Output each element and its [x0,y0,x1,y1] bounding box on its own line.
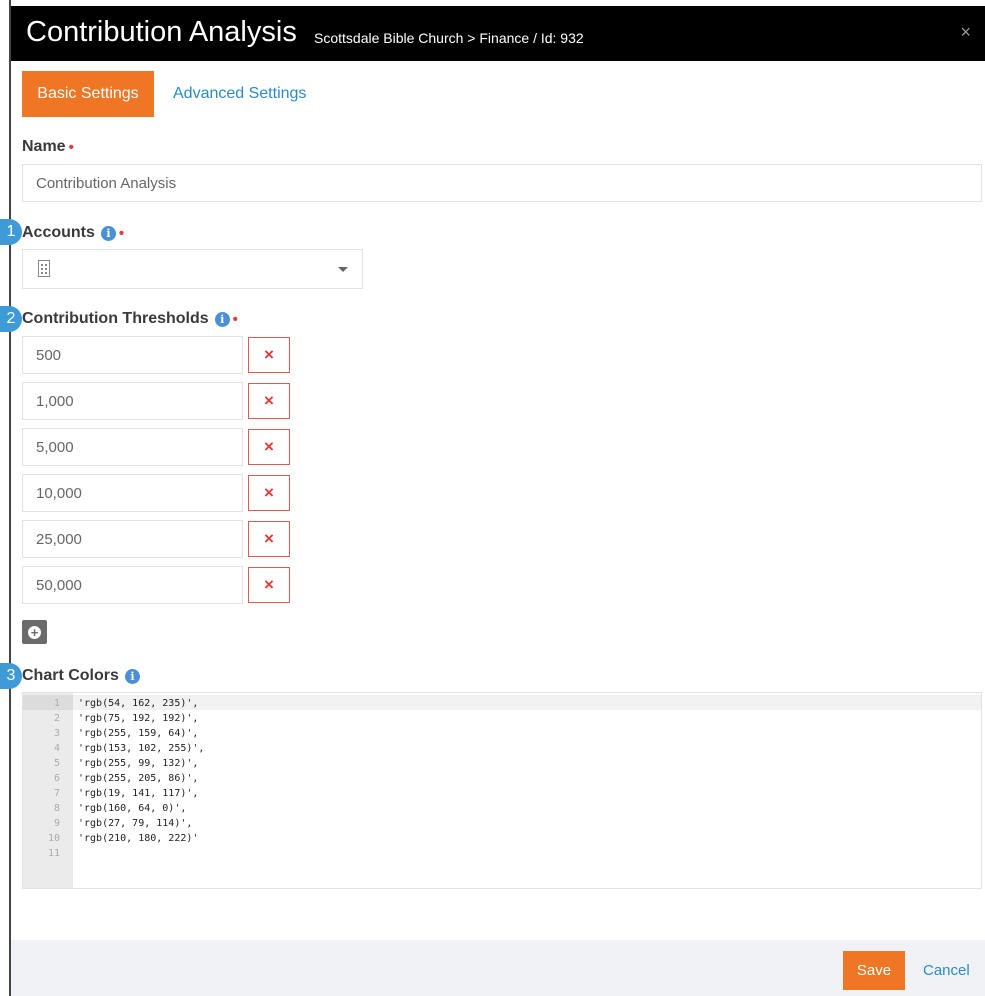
modal-title: Contribution Analysis [26,16,297,48]
info-icon[interactable]: i [124,668,140,684]
threshold-input[interactable]: 50,000 [22,566,243,604]
info-icon[interactable]: i [214,311,230,327]
threshold-value: 50,000 [36,576,82,594]
name-input-value: Contribution Analysis [36,174,177,192]
remove-icon: × [264,575,274,594]
thresholds-label: Contribution Thresholds i • [22,310,238,328]
threshold-input[interactable]: 5,000 [22,428,243,466]
tab-basic-settings[interactable]: Basic Settings [22,71,154,117]
chevron-down-icon[interactable] [338,267,348,272]
required-marker: • [232,310,238,328]
code-lines: 1'rgb(54, 162, 235)', 2'rgb(75, 192, 192… [23,696,981,861]
code-line: 4'rgb(153, 102, 255)', [53,743,205,754]
chart-colors-label: Chart Colors i [22,667,140,685]
threshold-value: 10,000 [36,484,82,502]
remove-icon: × [264,391,274,410]
tab-advanced-settings[interactable]: Advanced Settings [173,85,306,103]
code-line: 9'rgb(27, 79, 114)', [53,818,193,829]
threshold-input[interactable]: 25,000 [22,520,243,558]
add-threshold-button[interactable]: + [22,620,47,644]
threshold-input[interactable]: 500 [22,336,243,374]
name-label-text: Name [22,138,66,155]
remove-threshold-button[interactable]: × [248,429,290,465]
code-line: 5'rgb(255, 99, 132)', [53,758,199,769]
accounts-label: Accounts i • [22,224,124,242]
threshold-value: 25,000 [36,530,82,548]
info-icon[interactable]: i [100,225,116,241]
accounts-label-text: Accounts [22,224,95,241]
modal-subtitle: Scottsdale Bible Church > Finance / Id: … [314,30,584,46]
add-circle-icon: + [28,625,41,639]
building-icon [38,260,50,277]
remove-icon: × [264,437,274,456]
required-marker: • [118,224,125,242]
required-marker: • [68,138,74,156]
remove-threshold-button[interactable]: × [248,567,290,603]
thresholds-label-text: Contribution Thresholds [22,310,209,327]
cancel-button[interactable]: Cancel [923,962,970,979]
code-line: 7'rgb(19, 141, 117)', [53,788,199,799]
remove-threshold-button[interactable]: × [248,383,290,419]
left-border [9,0,11,996]
threshold-input[interactable]: 1,000 [22,382,243,420]
chart-colors-label-text: Chart Colors [22,667,119,684]
code-line: 3'rgb(255, 159, 64)', [53,728,199,739]
close-icon[interactable]: × [960,22,971,43]
code-line: 10'rgb(210, 180, 222)' [47,833,199,844]
remove-icon: × [264,529,274,548]
threshold-input[interactable]: 10,000 [22,474,243,512]
code-line: 1'rgb(54, 162, 235)', [53,698,199,709]
modal-footer [11,940,985,996]
remove-threshold-button[interactable]: × [248,475,290,511]
accounts-picker[interactable] [22,249,363,289]
name-label: Name • [22,138,74,156]
callout-badge-2: 2 [0,306,22,332]
code-line: 8'rgb(160, 64, 0)', [53,803,187,814]
remove-icon: × [264,345,274,364]
threshold-value: 500 [36,346,62,364]
remove-threshold-button[interactable]: × [248,337,290,373]
remove-icon: × [264,483,274,502]
callout-badge-3: 3 [0,663,22,689]
code-line: 2'rgb(75, 192, 192)', [53,713,199,724]
chart-colors-code-editor[interactable]: 1'rgb(54, 162, 235)', 2'rgb(75, 192, 192… [22,692,982,889]
save-button[interactable]: Save [843,951,905,990]
code-line: 6'rgb(255, 205, 86)', [53,773,199,784]
threshold-value: 1,000 [36,392,74,410]
callout-badge-1: 1 [0,219,22,245]
modal-header: Contribution Analysis Scottsdale Bible C… [11,6,985,61]
code-line: 11 [47,848,60,859]
remove-threshold-button[interactable]: × [248,521,290,557]
threshold-value: 5,000 [36,438,74,456]
name-input[interactable]: Contribution Analysis [22,164,982,202]
